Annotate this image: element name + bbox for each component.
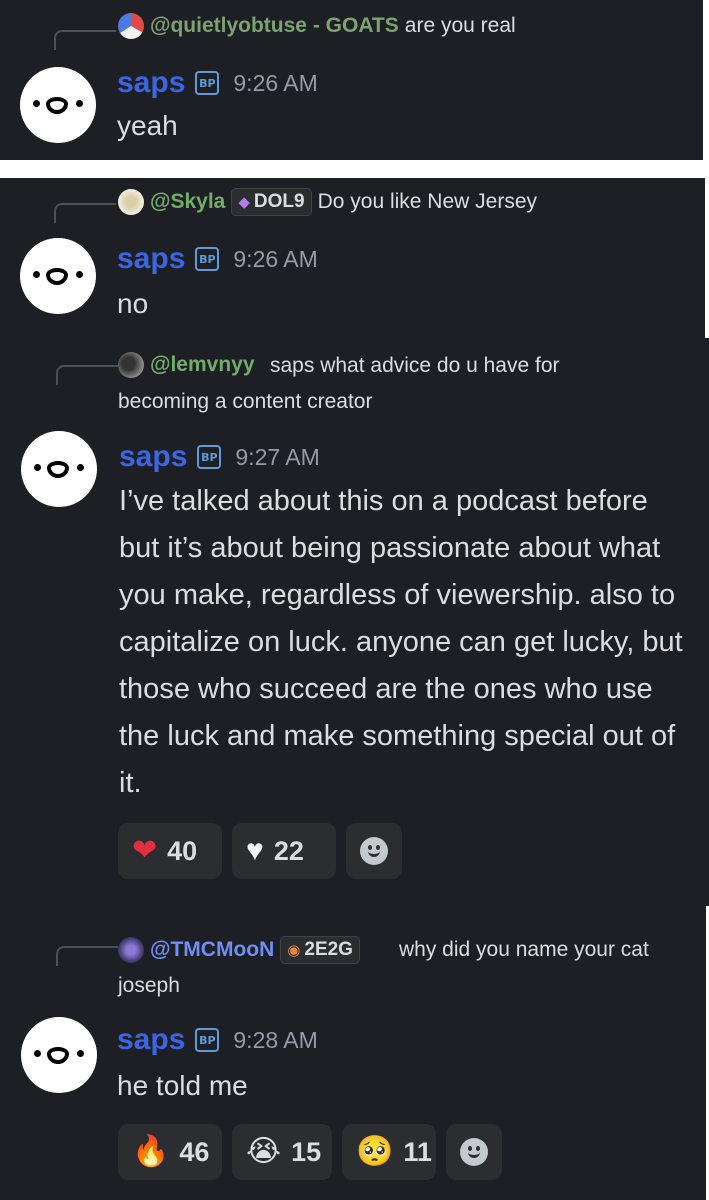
clan-badge-icon[interactable]: BP: [195, 1028, 220, 1052]
clan-badge-icon[interactable]: BP: [197, 445, 222, 469]
reply-connector: [56, 365, 118, 385]
reaction-bar: ❤ 40 ♥ 22: [118, 823, 402, 879]
reaction-count: 46: [179, 1136, 210, 1167]
author-name[interactable]: saps: [117, 1023, 185, 1057]
author-name[interactable]: saps: [117, 242, 185, 276]
message-panel-4: @TMCMooN ◉ 2E2G why did you name your ca…: [0, 902, 706, 1200]
message-header: saps BP 9:27 AM: [119, 440, 320, 474]
timestamp[interactable]: 9:26 AM: [233, 246, 317, 273]
message-content: I’ve talked about this on a podcast befo…: [119, 485, 683, 799]
message-content: no: [117, 288, 149, 319]
smiley-icon: [360, 837, 388, 865]
guild-tag[interactable]: ◆ DOL9: [231, 188, 312, 216]
author-avatar[interactable]: [20, 238, 96, 314]
message-header: saps BP 9:28 AM: [117, 1023, 318, 1057]
reaction-count: 40: [167, 835, 198, 866]
add-reaction-button[interactable]: [346, 823, 402, 879]
reaction-bar: 🔥 46 😭 15 🥺 11: [118, 1124, 502, 1180]
add-reaction-button[interactable]: [446, 1124, 502, 1180]
reply-mention[interactable]: @Skyla: [150, 190, 225, 214]
reaction-count: 11: [403, 1136, 432, 1167]
reply-text: Do you like New Jersey: [317, 190, 538, 213]
reply-connector: [56, 946, 118, 966]
message-content: he told me: [117, 1070, 248, 1101]
smiley-icon: [460, 1138, 488, 1166]
message-panel-1: @quietlyobtuse - GOATS are you real saps…: [0, 0, 703, 160]
clan-badge-icon[interactable]: BP: [195, 71, 220, 95]
reaction-loudly-crying[interactable]: 😭 15: [232, 1124, 332, 1180]
reaction-fire[interactable]: 🔥 46: [118, 1124, 222, 1180]
fire-icon: 🔥: [132, 1135, 170, 1168]
author-avatar[interactable]: [21, 431, 97, 507]
message-content: yeah: [117, 110, 178, 141]
white-heart-icon: ♥: [246, 834, 264, 867]
author-name[interactable]: saps: [117, 66, 185, 100]
clan-badge-icon[interactable]: BP: [195, 247, 220, 271]
reaction-count: 15: [291, 1136, 322, 1167]
reply-mention[interactable]: @quietlyobtuse - GOATS: [150, 14, 399, 38]
author-avatar[interactable]: [20, 67, 96, 143]
red-heart-icon: ❤: [132, 834, 158, 867]
reply-preview[interactable]: @Skyla ◆ DOL9 Do you like New Jersey: [118, 188, 537, 216]
message-panel-3: @lemvnyy saps what advice do u have for …: [0, 338, 709, 906]
guild-tag-label: DOL9: [253, 191, 305, 212]
reaction-white-heart[interactable]: ♥ 22: [232, 823, 336, 879]
message-header: saps BP 9:26 AM: [117, 66, 318, 100]
timestamp[interactable]: 9:26 AM: [233, 70, 317, 97]
reply-avatar[interactable]: [118, 189, 144, 215]
reply-text: why did you name your cat joseph: [118, 938, 649, 997]
timestamp[interactable]: 9:28 AM: [233, 1027, 317, 1054]
loudly-crying-face-icon: 😭: [246, 1135, 282, 1168]
reply-text: saps what advice do u have for becoming …: [118, 354, 560, 413]
author-name[interactable]: saps: [119, 440, 187, 474]
reply-connector: [54, 203, 116, 223]
reply-avatar[interactable]: [118, 13, 144, 39]
reply-text: are you real: [404, 14, 516, 37]
reaction-count: 22: [273, 835, 304, 866]
message-header: saps BP 9:26 AM: [117, 242, 318, 276]
reaction-red-heart[interactable]: ❤ 40: [118, 823, 222, 879]
reply-preview[interactable]: @quietlyobtuse - GOATS are you real: [118, 13, 516, 39]
pleading-face-icon: 🥺: [356, 1135, 394, 1168]
gem-icon: ◆: [238, 194, 250, 211]
author-avatar[interactable]: [21, 1017, 97, 1093]
reaction-pleading-face[interactable]: 🥺 11: [342, 1124, 436, 1180]
timestamp[interactable]: 9:27 AM: [235, 444, 319, 471]
message-panel-2: @Skyla ◆ DOL9 Do you like New Jersey sap…: [0, 178, 705, 338]
reply-connector: [54, 30, 116, 50]
